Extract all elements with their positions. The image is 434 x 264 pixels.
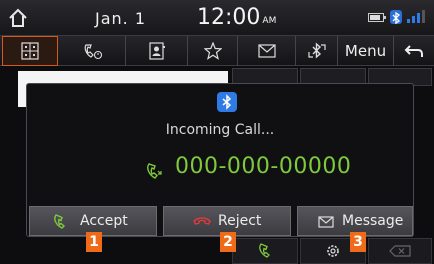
tab-call-history[interactable]	[60, 36, 126, 66]
caller-number: 000-000-00000	[175, 154, 352, 179]
accept-label: Accept	[80, 213, 128, 229]
battery-icon	[368, 13, 386, 22]
reject-label: Reject	[218, 213, 262, 229]
messages-icon	[257, 44, 276, 58]
backspace-icon	[389, 245, 411, 257]
tab-contacts[interactable]	[126, 36, 188, 66]
dialer-bottom-row	[0, 238, 434, 264]
favorites-icon	[203, 42, 222, 60]
backspace-button[interactable]	[368, 238, 432, 264]
message-label: Message	[342, 213, 404, 229]
bluetooth-icon	[217, 92, 237, 112]
call-history-icon	[84, 44, 102, 60]
incoming-phone-icon	[147, 163, 162, 179]
tab-favorites[interactable]	[188, 36, 238, 66]
status-bar: Jan. 1 12:00 AM	[0, 0, 434, 36]
popup-title: Incoming Call...	[165, 122, 275, 138]
home-icon[interactable]	[6, 6, 30, 30]
tab-messages[interactable]	[238, 36, 296, 66]
am-pm-indicator: AM	[262, 16, 277, 26]
dialpad-icon	[21, 42, 39, 60]
call-button[interactable]	[232, 238, 298, 264]
date-display: Jan. 1	[95, 9, 147, 28]
gear-icon	[327, 245, 339, 257]
signal-icon	[407, 10, 425, 23]
callout-3: 3	[350, 232, 366, 252]
bluetooth-settings-icon	[307, 42, 326, 59]
phone-toolbar: Menu	[0, 36, 434, 66]
callout-1: 1	[86, 232, 102, 252]
menu-label: Menu	[344, 42, 387, 60]
back-button[interactable]	[394, 36, 434, 66]
incoming-call-popup: Incoming Call... 000-000-00000 Accept Re…	[26, 83, 414, 237]
accept-phone-icon	[54, 214, 66, 229]
reject-phone-icon	[193, 217, 211, 225]
callout-2: 2	[220, 232, 236, 252]
contacts-icon	[148, 42, 165, 60]
tab-dialpad[interactable]	[2, 36, 58, 66]
menu-button[interactable]: Menu	[338, 36, 394, 66]
time-value: 12:00	[197, 5, 261, 30]
bluetooth-status-icon	[390, 10, 402, 25]
caller-row: 000-000-00000	[27, 154, 413, 186]
back-icon	[404, 45, 423, 57]
bluetooth-settings-button[interactable]	[296, 36, 338, 66]
call-icon	[259, 243, 270, 258]
clock: 12:00 AM	[197, 5, 276, 30]
envelope-icon	[318, 216, 334, 228]
status-icons	[368, 10, 428, 26]
